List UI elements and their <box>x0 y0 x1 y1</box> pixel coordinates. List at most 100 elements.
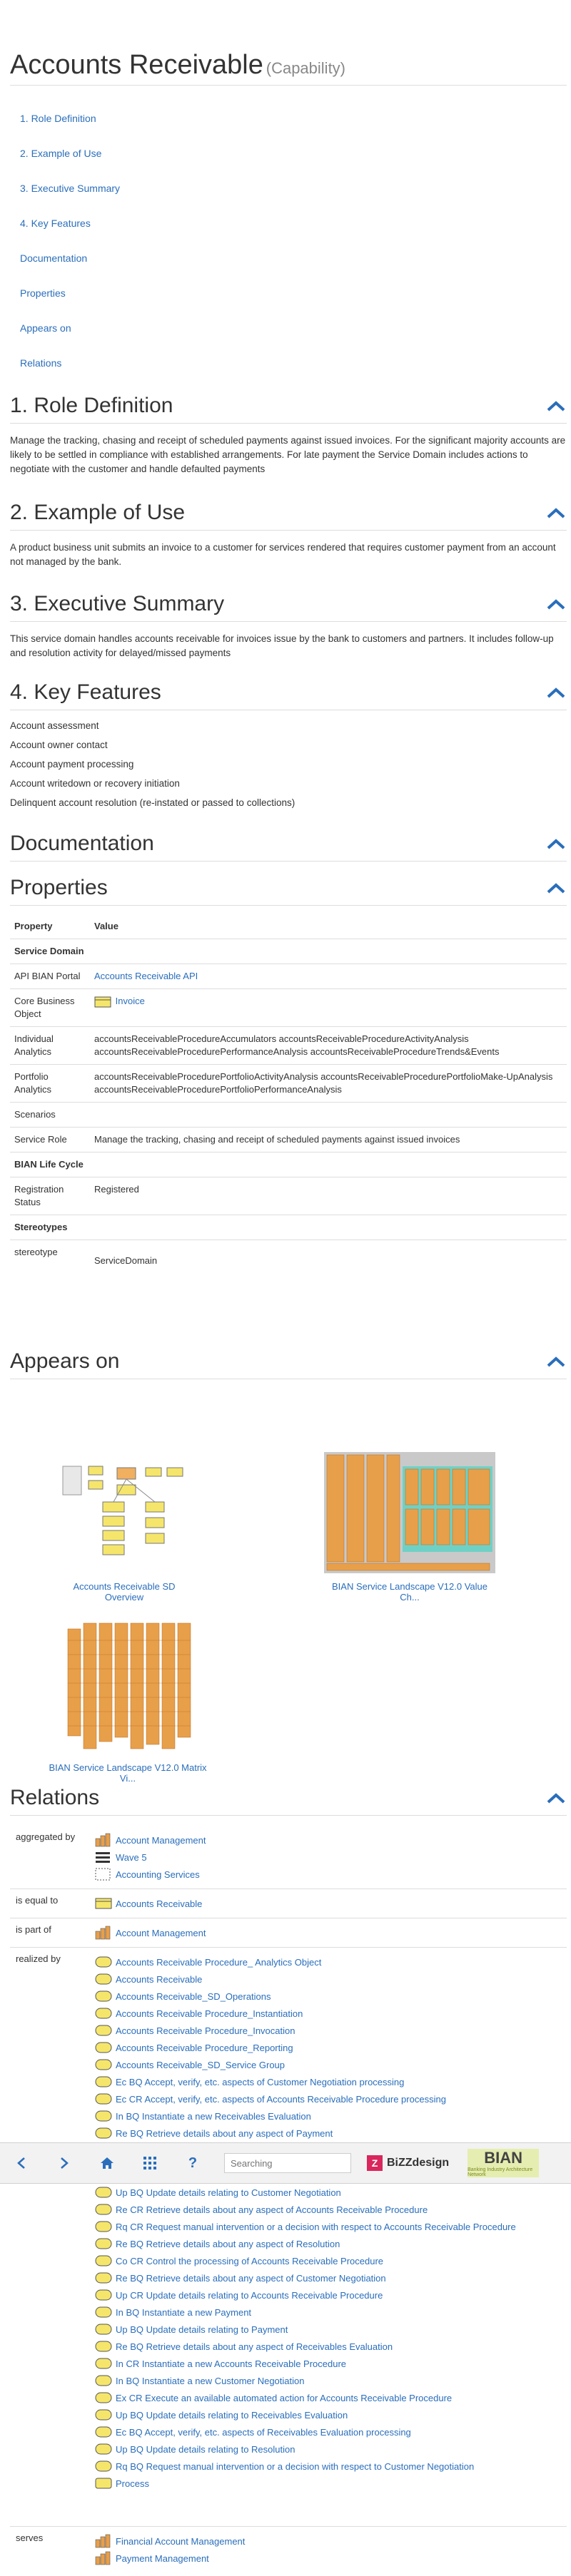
list-item: Delinquent account resolution (re-instat… <box>10 797 295 808</box>
relation-link[interactable]: Financial Account Management <box>116 2536 245 2547</box>
relation-link[interactable]: Process <box>116 2478 149 2489</box>
chevron-up-icon[interactable] <box>545 506 567 520</box>
diagram-thumbnail[interactable]: BIAN Service Landscape V12.0 Value Ch... <box>324 1452 495 1603</box>
page-subtitle: (Capability) <box>266 59 346 77</box>
service-object-icon <box>95 2127 112 2139</box>
relation-link[interactable]: Accounts Receivable Procedure_Invocation <box>116 2025 295 2036</box>
relation-link[interactable]: Account Management <box>116 1928 206 1938</box>
relation-link[interactable]: Accounts Receivable_SD_Service Group <box>116 2060 285 2070</box>
service-object-icon <box>95 2272 112 2284</box>
property-value: Manage the tracking, chasing and receipt… <box>90 1127 567 1152</box>
property-value <box>90 1102 567 1128</box>
toc-role-definition[interactable]: 1. Role Definition <box>20 111 120 146</box>
executive-summary-text: This service domain handles accounts rec… <box>10 633 554 658</box>
relation-link[interactable]: Re BQ Retrieve details about any aspect … <box>116 2273 386 2284</box>
relation-item: Re BQ Retrieve details about any aspect … <box>94 2338 567 2355</box>
chevron-up-icon[interactable] <box>545 837 567 851</box>
diagram-thumbnail[interactable]: BIAN Service Landscape V12.0 Matrix Vi..… <box>46 1619 210 1784</box>
relation-item: In CR Instantiate a new Accounts Receiva… <box>94 2355 567 2372</box>
relation-item: Ec BQ Accept, verify, etc. aspects of Re… <box>94 2423 567 2440</box>
list-item: Account owner contact <box>10 740 108 750</box>
service-object-icon <box>95 2392 112 2403</box>
relation-link[interactable]: Rq CR Request manual intervention or a d… <box>116 2222 516 2232</box>
chevron-up-icon[interactable] <box>545 1791 567 1805</box>
relation-link[interactable]: Up CR Update details relating to Account… <box>116 2290 383 2301</box>
toc-example-of-use[interactable]: 2. Example of Use <box>20 146 120 181</box>
relation-link[interactable]: Accounts Receivable Procedure_Reporting <box>116 2043 293 2053</box>
diagram-caption[interactable]: BIAN Service Landscape V12.0 Matrix Vi..… <box>46 1762 210 1784</box>
relation-link[interactable]: Re CR Retrieve details about any aspect … <box>116 2204 428 2215</box>
table-group-row: BIAN Life Cycle <box>10 1152 567 1177</box>
section-role-definition: 1. Role Definition Manage the tracking, … <box>10 391 567 476</box>
relation-item: Co CR Control the processing of Accounts… <box>94 2252 567 2269</box>
service-object-icon <box>95 2358 112 2369</box>
relation-link[interactable]: Up BQ Update details relating to Custome… <box>116 2187 341 2198</box>
toc-documentation[interactable]: Documentation <box>20 251 120 286</box>
chevron-up-icon[interactable] <box>545 597 567 611</box>
chevron-up-icon[interactable] <box>545 881 567 895</box>
service-object-icon <box>95 2375 112 2386</box>
relation-link[interactable]: Accounts Receivable <box>116 1974 202 1985</box>
relation-link[interactable]: Up BQ Update details relating to Payment <box>116 2324 288 2335</box>
relation-link[interactable]: Up BQ Update details relating to Receiva… <box>116 2410 348 2421</box>
toc-executive-summary[interactable]: 3. Executive Summary <box>20 181 120 216</box>
chevron-up-icon[interactable] <box>545 399 567 413</box>
chevron-up-icon[interactable] <box>545 1354 567 1369</box>
relation-link[interactable]: Re BQ Retrieve details about any aspect … <box>116 2128 333 2139</box>
home-icon[interactable] <box>86 2157 128 2169</box>
relation-item: Accounts Receivable Procedure_Reporting <box>94 2039 567 2056</box>
service-object-icon <box>95 2059 112 2070</box>
relation-link[interactable]: Re BQ Retrieve details about any aspect … <box>116 2239 340 2249</box>
help-icon[interactable]: ? <box>171 2155 214 2172</box>
section-title: 1. Role Definition <box>10 393 173 417</box>
relation-link[interactable]: Co CR Control the processing of Accounts… <box>116 2256 383 2266</box>
relation-link[interactable]: In CR Instantiate a new Accounts Receiva… <box>116 2358 346 2369</box>
relation-link[interactable]: Up BQ Update details relating to Resolut… <box>116 2444 295 2455</box>
relation-item: Rq BQ Request manual intervention or a d… <box>94 2458 567 2475</box>
back-arrow-icon[interactable] <box>0 2157 43 2169</box>
toc-key-features[interactable]: 4. Key Features <box>20 216 120 251</box>
relation-link[interactable]: Accounts Receivable_SD_Operations <box>116 1991 271 2002</box>
relation-link[interactable]: Accounts Receivable <box>116 1898 202 1909</box>
relation-link[interactable]: Ec BQ Accept, verify, etc. aspects of Cu… <box>116 2077 404 2087</box>
section-title: 3. Executive Summary <box>10 591 225 615</box>
invoice-link[interactable]: Invoice <box>116 996 145 1006</box>
relation-link[interactable]: Accounting Services <box>116 1869 200 1880</box>
relation-link[interactable]: In BQ Instantiate a new Receivables Eval… <box>116 2111 311 2122</box>
relation-link[interactable]: Ex CR Execute an available automated act… <box>116 2393 452 2403</box>
relation-link[interactable]: In BQ Instantiate a new Customer Negotia… <box>116 2376 304 2386</box>
relation-link[interactable]: Re BQ Retrieve details about any aspect … <box>116 2341 393 2352</box>
relation-link[interactable]: Wave 5 <box>116 1852 147 1863</box>
page-header: Accounts Receivable (Capability) <box>10 50 567 86</box>
relation-link[interactable]: Account Management <box>116 1835 206 1846</box>
relation-link[interactable]: Rq BQ Request manual intervention or a d… <box>116 2461 474 2472</box>
relation-link[interactable]: Ec BQ Accept, verify, etc. aspects of Re… <box>116 2427 411 2438</box>
toc-relations[interactable]: Relations <box>20 356 120 391</box>
property-label: API BIAN Portal <box>10 964 90 989</box>
property-label: Registration Status <box>10 1177 90 1215</box>
service-object-icon <box>95 2289 112 2301</box>
diagram-thumbnail[interactable]: Accounts Receivable SD Overview <box>53 1452 196 1603</box>
relation-link[interactable]: Accounts Receivable Procedure_ Analytics… <box>116 1957 321 1968</box>
wave-icon <box>96 1852 110 1863</box>
relation-item: In BQ Instantiate a new Payment <box>94 2304 567 2321</box>
relation-link[interactable]: Accounts Receivable Procedure_Instantiat… <box>116 2008 303 2019</box>
search-input[interactable] <box>224 2153 351 2173</box>
toc-appears-on[interactable]: Appears on <box>20 321 120 356</box>
diagram-caption[interactable]: BIAN Service Landscape V12.0 Value Ch... <box>324 1581 495 1603</box>
relation-link[interactable]: Payment Management <box>116 2553 209 2564</box>
sd-overview-diagram-image <box>60 1452 188 1573</box>
group-service-domain: Service Domain <box>10 939 567 964</box>
relation-item: Up BQ Update details relating to Receiva… <box>94 2406 567 2423</box>
relation-link[interactable]: In BQ Instantiate a new Payment <box>116 2307 251 2318</box>
relation-link[interactable]: Ec CR Accept, verify, etc. aspects of Ac… <box>116 2094 446 2105</box>
diagram-caption[interactable]: Accounts Receivable SD Overview <box>53 1581 196 1603</box>
column-header-value: Value <box>94 921 118 931</box>
relation-item: Rq CR Request manual intervention or a d… <box>94 2218 567 2235</box>
api-portal-link[interactable]: Accounts Receivable API <box>94 971 198 981</box>
grid-menu-icon[interactable] <box>128 2157 171 2169</box>
chevron-up-icon[interactable] <box>545 685 567 700</box>
forward-arrow-icon[interactable] <box>43 2157 86 2169</box>
toc-properties[interactable]: Properties <box>20 286 120 321</box>
business-object-icon <box>94 996 111 1008</box>
